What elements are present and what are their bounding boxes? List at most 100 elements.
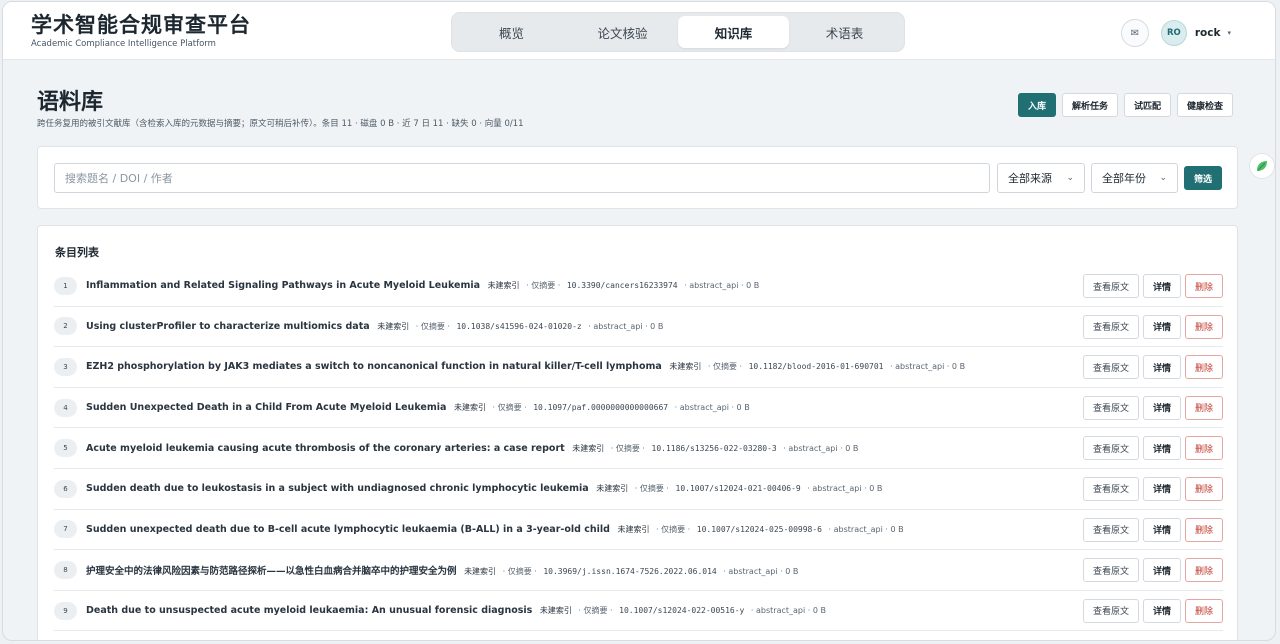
item-text[interactable]: Sudden unexpected death due to B-cell ac… (86, 524, 904, 535)
item-text[interactable]: Sudden Unexpected Death in a Child From … (86, 402, 750, 413)
leaf-icon[interactable] (1249, 153, 1275, 179)
item-kind: · 仅摘要 · (415, 321, 450, 331)
chevron-down-icon[interactable]: ▾ (1227, 29, 1231, 37)
item-doi: 10.1007/s12024-025-00998-6 (696, 524, 822, 534)
list-item: 3 EZH2 phosphorylation by JAK3 mediates … (54, 347, 1223, 388)
delete-button[interactable]: 删除 (1185, 355, 1223, 380)
delete-button[interactable]: 删除 (1185, 395, 1223, 420)
health-check-button[interactable]: 健康检查 (1176, 93, 1233, 117)
app-subtitle: Academic Compliance Intelligence Platfor… (31, 39, 216, 49)
item-index-status: 未建索引 (539, 606, 572, 616)
view-original-button[interactable]: 查看原文 (1083, 558, 1139, 583)
list-item: 1 Inflammation and Related Signaling Pat… (54, 266, 1223, 307)
view-original-button[interactable]: 查看原文 (1083, 355, 1139, 380)
item-title[interactable]: Death due to unsuspected acute myeloid l… (86, 605, 532, 616)
delete-button[interactable]: 删除 (1185, 517, 1223, 542)
view-original-button[interactable]: 查看原文 (1083, 598, 1139, 623)
item-meta: · abstract_api · 0 B (783, 443, 859, 453)
item-title[interactable]: Inflammation and Related Signaling Pathw… (86, 280, 480, 291)
main-nav: 概览 论文核验 知识库 术语表 (451, 12, 905, 52)
list-item: 8 护理安全中的法律风险因素与防范路径探析——以急性白血病合并脑卒中的护理安全为… (54, 550, 1223, 591)
item-doi: 10.3390/cancers16233974 (566, 281, 678, 291)
item-actions: 查看原文 详情 删除 (1083, 558, 1223, 583)
tab-overview[interactable]: 概览 (456, 16, 567, 48)
item-title[interactable]: Using clusterProfiler to characterize mu… (86, 321, 370, 332)
detail-button[interactable]: 详情 (1143, 558, 1181, 583)
parse-tasks-button[interactable]: 解析任务 (1061, 93, 1118, 117)
filter-button[interactable]: 筛选 (1184, 166, 1222, 190)
delete-button[interactable]: 删除 (1185, 598, 1223, 623)
item-title[interactable]: Sudden death due to leukostasis in a sub… (86, 483, 589, 494)
item-kind: · 仅摘要 · (578, 606, 613, 616)
ingest-button[interactable]: 入库 (1017, 93, 1056, 117)
item-index: 8 (54, 560, 77, 579)
item-title[interactable]: Acute myeloid leukemia causing acute thr… (86, 443, 565, 454)
item-doi: 10.1182/blood-2016-01-690701 (748, 362, 884, 372)
detail-button[interactable]: 详情 (1143, 314, 1181, 339)
item-index: 6 (54, 479, 77, 498)
delete-button[interactable]: 删除 (1185, 436, 1223, 461)
delete-button[interactable]: 删除 (1185, 476, 1223, 501)
page-actions: 入库 解析任务 试匹配 健康检查 (1017, 93, 1233, 117)
trial-match-button[interactable]: 试匹配 (1123, 93, 1171, 117)
item-actions: 查看原文 详情 删除 (1083, 476, 1223, 501)
avatar[interactable]: RO (1160, 20, 1187, 46)
item-doi: 10.3969/j.issn.1674-7526.2022.06.014 (543, 566, 717, 576)
item-meta: · abstract_api · 0 B (723, 566, 799, 576)
item-doi: 10.1038/s41596-024-01020-z (456, 321, 582, 331)
search-input[interactable] (54, 163, 990, 193)
detail-button[interactable]: 详情 (1143, 436, 1181, 461)
item-index: 9 (54, 601, 77, 620)
list-item: 7 Sudden unexpected death due to B-cell … (54, 510, 1223, 551)
view-original-button[interactable]: 查看原文 (1083, 274, 1139, 298)
list-item: 4 Sudden Unexpected Death in a Child Fro… (54, 388, 1223, 429)
item-actions: 查看原文 详情 删除 (1083, 395, 1223, 420)
entry-list: 1 Inflammation and Related Signaling Pat… (54, 266, 1223, 632)
item-index: 3 (54, 357, 77, 376)
item-meta: · abstract_api · 0 B (684, 281, 760, 291)
item-text[interactable]: Sudden death due to leukostasis in a sub… (86, 483, 882, 494)
delete-button[interactable]: 删除 (1185, 314, 1223, 339)
item-index-status: 未建索引 (487, 281, 520, 291)
item-index: 5 (54, 439, 77, 458)
delete-button[interactable]: 删除 (1185, 274, 1223, 298)
delete-button[interactable]: 删除 (1185, 558, 1223, 583)
item-text[interactable]: Inflammation and Related Signaling Pathw… (86, 280, 759, 291)
username[interactable]: rock (1195, 27, 1221, 39)
year-select[interactable]: 全部年份 ⌄ (1091, 163, 1178, 193)
source-select-value: 全部来源 (1008, 172, 1052, 185)
tab-knowledge-base[interactable]: 知识库 (678, 16, 789, 48)
view-original-button[interactable]: 查看原文 (1083, 517, 1139, 542)
item-kind: · 仅摘要 · (656, 524, 691, 534)
item-index: 2 (54, 317, 77, 336)
detail-button[interactable]: 详情 (1143, 395, 1181, 420)
item-text[interactable]: 护理安全中的法律风险因素与防范路径探析——以急性白血病合并脑卒中的护理安全为例 … (86, 563, 798, 577)
item-index-status: 未建索引 (453, 403, 486, 413)
tab-glossary[interactable]: 术语表 (789, 16, 900, 48)
item-title[interactable]: 护理安全中的法律风险因素与防范路径探析——以急性白血病合并脑卒中的护理安全为例 (86, 566, 457, 577)
chevron-down-icon: ⌄ (1066, 173, 1074, 183)
view-original-button[interactable]: 查看原文 (1083, 476, 1139, 501)
year-select-value: 全部年份 (1102, 172, 1146, 185)
item-text[interactable]: Using clusterProfiler to characterize mu… (86, 321, 663, 332)
detail-button[interactable]: 详情 (1143, 598, 1181, 623)
source-select[interactable]: 全部来源 ⌄ (997, 163, 1085, 193)
mail-icon[interactable]: ✉ (1120, 19, 1149, 47)
detail-button[interactable]: 详情 (1143, 476, 1181, 501)
item-text[interactable]: Acute myeloid leukemia causing acute thr… (86, 443, 858, 454)
item-text[interactable]: Death due to unsuspected acute myeloid l… (86, 605, 826, 616)
item-title[interactable]: Sudden Unexpected Death in a Child From … (86, 402, 446, 413)
detail-button[interactable]: 详情 (1143, 517, 1181, 542)
detail-button[interactable]: 详情 (1143, 274, 1181, 298)
view-original-button[interactable]: 查看原文 (1083, 314, 1139, 339)
detail-button[interactable]: 详情 (1143, 355, 1181, 380)
item-meta: · abstract_api · 0 B (807, 484, 883, 494)
item-text[interactable]: EZH2 phosphorylation by JAK3 mediates a … (86, 361, 965, 372)
item-meta: · abstract_api · 0 B (588, 321, 664, 331)
item-doi: 10.1007/s12024-022-00516-y (619, 606, 745, 616)
view-original-button[interactable]: 查看原文 (1083, 436, 1139, 461)
view-original-button[interactable]: 查看原文 (1083, 395, 1139, 420)
item-title[interactable]: EZH2 phosphorylation by JAK3 mediates a … (86, 361, 662, 372)
tab-paper-verification[interactable]: 论文核验 (567, 16, 678, 48)
item-title[interactable]: Sudden unexpected death due to B-cell ac… (86, 524, 610, 535)
